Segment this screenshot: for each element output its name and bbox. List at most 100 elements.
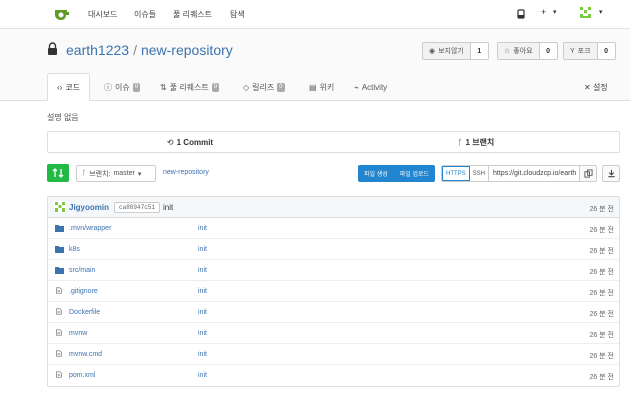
- gitea-logo-icon[interactable]: [54, 7, 70, 21]
- file-name-link[interactable]: .gitignore: [69, 288, 98, 295]
- tab-issues[interactable]: ⓘ 이슈 0: [104, 73, 141, 101]
- nav-explore[interactable]: 탐색: [230, 9, 245, 20]
- chevron-down-icon: ▾: [137, 170, 142, 178]
- compare-icon: [52, 168, 64, 178]
- repo-name-link[interactable]: new-repository: [141, 42, 233, 58]
- issue-count-badge: 0: [132, 82, 141, 92]
- latest-commit-row: Jigyoomin ca88947c51 init 26 분 전: [48, 197, 619, 218]
- branches-stat[interactable]: ᚴ1 브랜치: [334, 132, 620, 152]
- file-row: k8s init 26 분 전: [48, 239, 619, 260]
- commit-author[interactable]: Jigyoomin: [69, 203, 109, 212]
- repo-description: 설명 없음: [47, 113, 79, 122]
- user-avatar[interactable]: [578, 5, 593, 20]
- file-name-link[interactable]: .mvn/wrapper: [69, 225, 111, 232]
- https-toggle[interactable]: HTTPS: [442, 166, 470, 181]
- file-commit-message[interactable]: init: [198, 309, 207, 316]
- file-commit-message[interactable]: init: [198, 267, 207, 274]
- tab-wiki[interactable]: ▤ 위키: [309, 73, 334, 101]
- tag-icon: ◇: [243, 82, 250, 92]
- file-commit-message[interactable]: init: [198, 330, 207, 337]
- file-row: mvnw.cmd init 26 분 전: [48, 344, 619, 365]
- file-commit-message[interactable]: init: [198, 351, 207, 358]
- fork-count[interactable]: 0: [597, 42, 616, 60]
- watch-group: ◉ 보지않기 1: [422, 42, 489, 60]
- eye-icon: ◉: [429, 48, 436, 55]
- ssh-toggle[interactable]: SSH: [469, 166, 490, 181]
- file-row: mvnw init 26 분 전: [48, 323, 619, 344]
- file-name-link[interactable]: Dockerfile: [69, 309, 100, 316]
- commits-count: 1 Commit: [176, 137, 214, 147]
- tab-label: 설정: [592, 83, 608, 92]
- folder-icon: [55, 267, 64, 274]
- file-name-link[interactable]: mvnw.cmd: [69, 351, 102, 358]
- create-new-button[interactable]: +: [541, 7, 546, 17]
- copy-button[interactable]: [579, 166, 597, 181]
- tab-releases[interactable]: ◇ 릴리즈 0: [243, 73, 285, 101]
- file-commit-time: 26 분 전: [589, 311, 614, 318]
- repo-stats-bar: ⟲ 1 Commit ᚴ1 브랜치: [47, 131, 620, 153]
- chevron-down-icon[interactable]: ▾: [599, 8, 603, 16]
- file-commit-time: 26 분 전: [589, 290, 614, 297]
- file-commit-time: 26 분 전: [589, 353, 614, 360]
- tab-activity[interactable]: ⌁ Activity: [354, 73, 387, 101]
- tab-label: 위키: [319, 82, 335, 92]
- commit-time: 26 분 전: [589, 206, 614, 213]
- top-navbar: 대시보드 이슈들 풀 리퀘스트 탐색 + ▾ ▾: [0, 0, 630, 29]
- star-count[interactable]: 0: [539, 42, 558, 60]
- notification-icon[interactable]: [517, 9, 525, 19]
- clone-url-input[interactable]: https://git.cloudzcp.io/earth: [489, 166, 579, 181]
- file-commit-message[interactable]: init: [198, 288, 207, 295]
- pull-request-count-badge: 0: [211, 82, 220, 92]
- star-button[interactable]: ☆ 좋아요: [497, 42, 540, 60]
- commit-sha[interactable]: ca88947c51: [114, 202, 161, 213]
- file-commit-time: 26 분 전: [589, 227, 614, 234]
- tab-label: 풀 리퀘스트: [169, 82, 209, 92]
- code-icon: ‹›: [57, 82, 63, 92]
- download-button[interactable]: [602, 165, 620, 182]
- file-name-link[interactable]: pom.xml: [69, 372, 95, 379]
- star-label: 좋아요: [513, 48, 533, 55]
- copy-icon: [583, 169, 593, 178]
- commit-message[interactable]: init: [163, 203, 173, 212]
- tab-pull-requests[interactable]: ⇅ 풀 리퀘스트 0: [160, 73, 220, 101]
- repo-title: earth1223/new-repository: [66, 42, 233, 58]
- nav-issues[interactable]: 이슈들: [134, 9, 156, 20]
- fork-label: 포크: [577, 48, 591, 55]
- file-commit-message[interactable]: init: [198, 372, 207, 379]
- tab-label: 릴리즈: [252, 82, 275, 92]
- commit-author-avatar[interactable]: [54, 201, 66, 213]
- watch-button[interactable]: ◉ 보지않기: [422, 42, 471, 60]
- file-row: src/main init 26 분 전: [48, 260, 619, 281]
- tab-label: 코드: [65, 82, 81, 92]
- commits-stat[interactable]: ⟲ 1 Commit: [48, 132, 334, 152]
- repo-title-separator: /: [133, 42, 137, 58]
- download-icon: [607, 169, 615, 178]
- nav-dashboard[interactable]: 대시보드: [88, 9, 117, 20]
- file-table: Jigyoomin ca88947c51 init 26 분 전 .mvn/wr…: [47, 196, 620, 387]
- compare-button[interactable]: [47, 164, 69, 182]
- new-file-button[interactable]: 파일 생성: [358, 165, 394, 182]
- file-name-link[interactable]: mvnw: [69, 330, 87, 337]
- watch-count[interactable]: 1: [470, 42, 489, 60]
- file-icon: [56, 350, 62, 357]
- file-icon: [56, 329, 62, 336]
- tab-code[interactable]: ‹› 코드: [47, 73, 91, 101]
- file-commit-message[interactable]: init: [198, 246, 207, 253]
- pulse-icon: ⌁: [354, 82, 359, 92]
- clone-panel: HTTPS SSH https://git.cloudzcp.io/earth: [441, 165, 598, 182]
- tab-settings[interactable]: ✕ 설정: [584, 82, 608, 93]
- breadcrumb[interactable]: new-repository: [163, 169, 209, 176]
- fork-button[interactable]: Y 포크: [563, 42, 598, 60]
- file-commit-message[interactable]: init: [198, 225, 207, 232]
- branch-dropdown[interactable]: ᚴ 브랜치: master ▾: [76, 165, 156, 182]
- file-commit-time: 26 분 전: [589, 374, 614, 381]
- upload-file-button[interactable]: 파일 업로드: [393, 165, 436, 182]
- release-count-badge: 0: [277, 82, 285, 92]
- tab-label: 이슈: [115, 82, 130, 92]
- repo-owner-link[interactable]: earth1223: [66, 42, 129, 58]
- file-name-link[interactable]: k8s: [69, 246, 80, 253]
- folder-icon: [55, 225, 64, 232]
- nav-pull-requests[interactable]: 풀 리퀘스트: [173, 9, 212, 20]
- file-name-link[interactable]: src/main: [69, 267, 95, 274]
- chevron-down-icon[interactable]: ▾: [553, 8, 557, 16]
